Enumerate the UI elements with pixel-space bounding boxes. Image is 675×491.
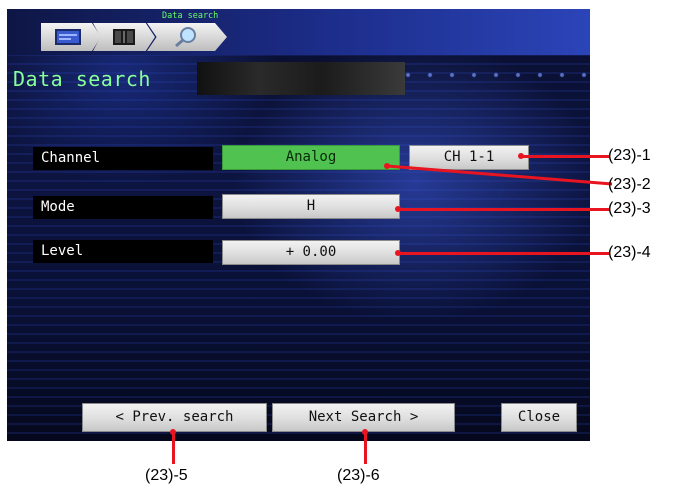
callout-5-label: (23)-5	[145, 467, 188, 484]
callout-4-label: (23)-4	[608, 244, 651, 261]
callout-4-line	[398, 252, 610, 255]
callout-3-line	[398, 208, 610, 211]
callout-3-label: (23)-3	[608, 200, 651, 217]
callout-6-line	[364, 431, 367, 464]
callout-2-line	[386, 164, 613, 186]
callout-6-label: (23)-6	[337, 467, 380, 484]
callout-5-line	[172, 431, 175, 464]
callout-2-label: (23)-2	[608, 176, 651, 193]
